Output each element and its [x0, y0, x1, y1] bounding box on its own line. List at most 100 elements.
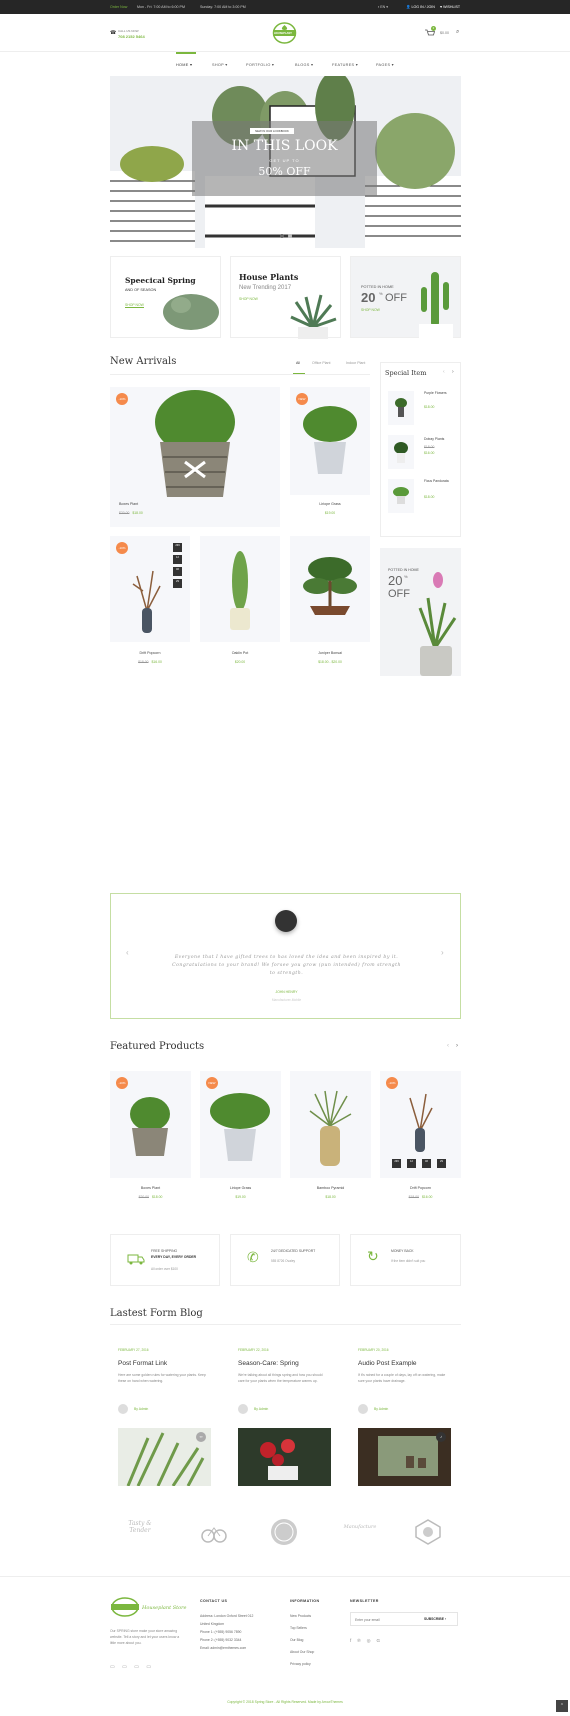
- product-name[interactable]: Oaklin Pot: [200, 651, 280, 655]
- phone-number[interactable]: 708 2152 5464: [118, 34, 145, 39]
- chevron-right-icon[interactable]: ›: [456, 1043, 458, 1049]
- promo-banner-sale[interactable]: POTTED IN HOME 20 % OFF SHOP NOW: [350, 256, 461, 339]
- blog-post: FEBRUARY 27, 2016 Post Format Link Here …: [118, 1348, 213, 1488]
- product-name[interactable]: Drift Popcorn: [110, 651, 190, 655]
- special-item-name[interactable]: Purple Flowers: [424, 391, 454, 395]
- product-name[interactable]: Bamboo Pyramid: [290, 1186, 371, 1190]
- promo-link[interactable]: Order Now: [110, 5, 127, 9]
- chevron-left-icon[interactable]: ‹: [126, 948, 129, 957]
- footer-logo[interactable]: [110, 1597, 140, 1617]
- back-to-top-button[interactable]: ⌃: [556, 1700, 568, 1712]
- post-excerpt: We're talking about all things spring an…: [238, 1373, 323, 1383]
- product-name[interactable]: Boxes Plant: [110, 1186, 191, 1190]
- product-name[interactable]: Liriope Grass: [290, 502, 370, 506]
- instagram-icon[interactable]: ◎: [367, 1638, 377, 1643]
- special-item-price: $18.00: [424, 405, 435, 409]
- nav-portfolio[interactable]: PORTFOLIO ▾: [246, 62, 274, 67]
- brand-logo[interactable]: Tasty & Tender: [120, 1520, 160, 1534]
- post-date: FEBRUARY 20, 2016: [358, 1348, 389, 1352]
- subscribe-button[interactable]: SUBSCRIBE ›: [424, 1617, 446, 1621]
- slider-dot-2[interactable]: [288, 234, 292, 238]
- nav-features[interactable]: FEATURES ▾: [332, 62, 358, 67]
- pinterest-icon[interactable]: ℗: [357, 1638, 366, 1643]
- search-icon[interactable]: ⌕: [456, 29, 459, 36]
- featured-product-card[interactable]: -10% 239 12 46 29 Drift Popcorn $18.00 $1…: [380, 1071, 461, 1211]
- footer-link-about[interactable]: About Our Shop: [290, 1650, 314, 1654]
- promo-link[interactable]: SHOP NOW: [361, 308, 380, 312]
- brand-logo-garden[interactable]: [414, 1518, 442, 1546]
- special-item-thumb[interactable]: [388, 391, 414, 425]
- logo[interactable]: HOUSEPLANT: [272, 22, 297, 44]
- blog-post: FEBRUARY 20, 2016 Audio Post Example If …: [358, 1348, 453, 1488]
- product-card[interactable]: NEW Liriope Grass $19.00: [290, 387, 370, 527]
- promo-image: [419, 272, 453, 339]
- testimonial-avatar: [275, 910, 297, 932]
- promo-image: [163, 294, 219, 330]
- product-name[interactable]: Boxes Plant: [119, 502, 138, 506]
- post-title[interactable]: Season-Care: Spring: [238, 1360, 299, 1367]
- tab-office-plant[interactable]: Office Plant: [312, 361, 331, 365]
- product-card[interactable]: -10% Boxes Plant $20.00 $18.00: [110, 387, 280, 527]
- post-image[interactable]: [238, 1428, 331, 1486]
- footer-country: United Kingdom: [200, 1622, 225, 1626]
- post-excerpt: Here are some golden rules for watering …: [118, 1373, 206, 1383]
- audio-icon[interactable]: ♪: [436, 1432, 446, 1442]
- chevron-left-icon[interactable]: ‹: [447, 1043, 449, 1049]
- featured-product-card[interactable]: NEW Liriope Grass $19.00: [200, 1071, 281, 1211]
- special-item-price: $18.00: [424, 495, 435, 499]
- featured-product-card[interactable]: Bamboo Pyramid $18.00: [290, 1071, 371, 1211]
- nav-pages[interactable]: PAGES ▾: [376, 62, 394, 67]
- nav-shop[interactable]: SHOP ▾: [212, 62, 227, 67]
- post-title[interactable]: Audio Post Example: [358, 1360, 417, 1367]
- chevron-right-icon[interactable]: ›: [452, 369, 454, 375]
- product-name[interactable]: Liriope Grass: [200, 1186, 281, 1190]
- login-link[interactable]: 👤 LOG IN / JOIN: [406, 5, 435, 9]
- nav-active-indicator: [176, 52, 196, 54]
- footer-link-privacy[interactable]: Privacy policy: [290, 1662, 311, 1666]
- countdown-minutes: 46: [422, 1159, 431, 1168]
- product-card[interactable]: Juniper Bonsai $18.00 - $20.00: [290, 536, 370, 670]
- link-icon[interactable]: ∞: [196, 1432, 206, 1442]
- promo-link[interactable]: SHOP NOW: [125, 303, 144, 308]
- product-name[interactable]: Juniper Bonsai: [290, 651, 370, 655]
- language-select[interactable]: ▪ EN ▾: [378, 5, 388, 9]
- google-plus-icon[interactable]: G: [377, 1638, 387, 1643]
- footer-link-new-products[interactable]: New Products: [290, 1614, 311, 1618]
- product-name[interactable]: Drift Popcorn: [380, 1186, 461, 1190]
- post-author[interactable]: By Admin: [374, 1407, 388, 1411]
- cart-icon[interactable]: 0: [425, 26, 436, 37]
- tab-all[interactable]: All: [296, 361, 300, 365]
- chevron-right-icon[interactable]: ›: [441, 948, 444, 957]
- brand-logo-bicycle[interactable]: [200, 1518, 228, 1546]
- brand-logo[interactable]: Manufacture: [335, 1524, 385, 1530]
- post-title[interactable]: Post Format Link: [118, 1360, 167, 1367]
- product-card[interactable]: -10% 239 12 46 29 Drift Popcorn $18.00 $1…: [110, 536, 190, 670]
- promo-banner-house-plants[interactable]: House Plants New Trending 2017 SHOP NOW: [230, 256, 341, 339]
- special-item-thumb[interactable]: [388, 435, 414, 469]
- special-item-thumb[interactable]: [388, 479, 414, 513]
- promo-link[interactable]: SHOP NOW: [239, 297, 258, 301]
- product-image: [409, 1093, 433, 1152]
- special-item-name[interactable]: Ficus Pandurata: [424, 479, 454, 483]
- brand-logo-stamp[interactable]: [270, 1518, 298, 1546]
- nav-home[interactable]: HOME ▾: [176, 62, 192, 67]
- hero-slider[interactable]: NEW IN OUR LOOKBOOK IN THIS LOOK GET UP …: [110, 76, 461, 248]
- product-card[interactable]: Oaklin Pot $20.00: [200, 536, 280, 670]
- footer-link-top-sellers[interactable]: Top Sellers: [290, 1626, 307, 1630]
- wishlist-link[interactable]: ♥ WISHLIST: [440, 5, 460, 9]
- special-item-name[interactable]: Dotray Plants: [424, 437, 444, 441]
- chevron-left-icon[interactable]: ‹: [443, 369, 445, 375]
- newsletter-email-input[interactable]: [355, 1616, 415, 1624]
- payment-icons: ▭ ▭ ▭ ▭: [110, 1664, 155, 1670]
- slider-dot-1[interactable]: [280, 234, 284, 238]
- post-date: FEBRUARY 27, 2016: [118, 1348, 149, 1352]
- nav-blogs[interactable]: BLOGS ▾: [295, 62, 313, 67]
- footer-link-blog[interactable]: Our Blog: [290, 1638, 303, 1642]
- sidebar-ad-banner[interactable]: POTTED IN HOME 20 % OFF: [380, 548, 461, 676]
- post-author[interactable]: By Admin: [134, 1407, 148, 1411]
- promo-banner-spring[interactable]: Speecical Spring AND OF SEASON SHOP NOW: [110, 256, 221, 338]
- featured-product-card[interactable]: -10% Boxes Plant $20.00 $18.00: [110, 1071, 191, 1211]
- post-author[interactable]: By Admin: [254, 1407, 268, 1411]
- testimonial-box: ‹ › Everyone that I have gifted trees to…: [110, 893, 461, 1019]
- tab-indoor-plant[interactable]: Indoor Plant: [346, 361, 365, 365]
